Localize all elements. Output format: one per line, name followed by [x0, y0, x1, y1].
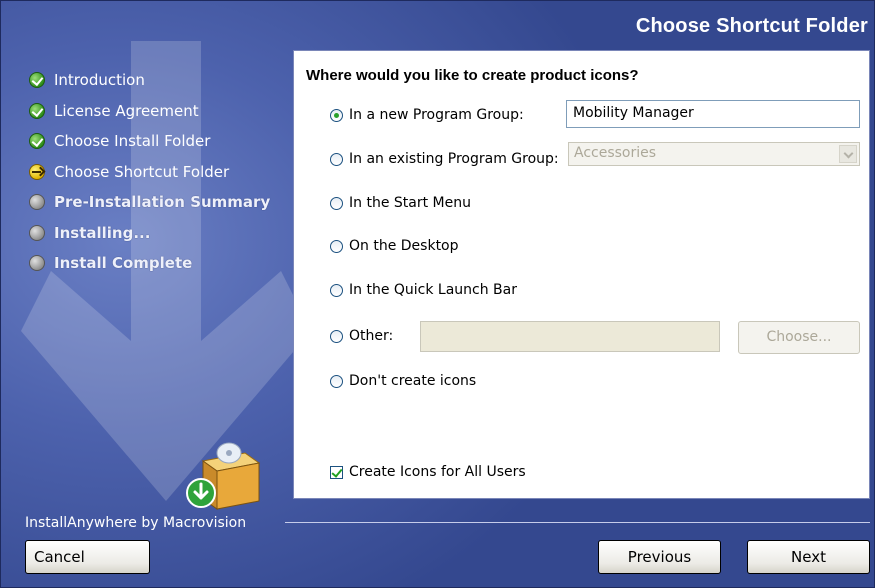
radio-other[interactable]: [330, 329, 343, 343]
arrow-circle-icon: [29, 163, 45, 180]
option-desktop[interactable]: On the Desktop: [330, 238, 459, 254]
next-button[interactable]: Next: [747, 540, 870, 574]
all-users-checkbox[interactable]: [330, 465, 343, 479]
radio-new-program-group[interactable]: [330, 108, 343, 122]
brand-label: InstallAnywhere by Macrovision: [25, 515, 247, 531]
step-introduction: Introduction: [29, 65, 270, 96]
option-label: On the Desktop: [349, 238, 459, 254]
choose-folder-button[interactable]: Choose...: [738, 321, 860, 354]
step-label: Choose Install Folder: [54, 132, 211, 151]
step-choose-shortcut-folder: Choose Shortcut Folder: [29, 157, 270, 188]
installer-box-icon: [186, 442, 261, 510]
other-folder-input[interactable]: [420, 321, 720, 352]
step-choose-install-folder: Choose Install Folder: [29, 126, 270, 157]
chevron-down-icon[interactable]: [839, 145, 857, 163]
step-label: Install Complete: [54, 254, 193, 273]
footer-divider: [285, 522, 870, 523]
pending-circle-icon: [29, 224, 45, 241]
step-install-complete: Install Complete: [29, 248, 270, 279]
step-label: Introduction: [54, 71, 145, 90]
all-users-checkbox-row[interactable]: Create Icons for All Users: [330, 464, 526, 480]
next-button-label: Next: [791, 548, 826, 566]
option-start-menu[interactable]: In the Start Menu: [330, 195, 471, 211]
option-label: Don't create icons: [349, 373, 477, 389]
option-no-icons[interactable]: Don't create icons: [330, 373, 476, 389]
pending-circle-icon: [29, 194, 45, 211]
previous-button-label: Previous: [627, 548, 692, 566]
option-quick-launch[interactable]: In the Quick Launch Bar: [330, 282, 517, 298]
option-label: In an existing Program Group:: [349, 151, 559, 167]
cancel-button-label: Cancel: [34, 548, 85, 566]
option-new-program-group[interactable]: In a new Program Group:: [330, 107, 524, 123]
step-installing: Installing...: [29, 218, 270, 249]
step-label: Pre-Installation Summary: [54, 193, 271, 212]
radio-existing-program-group[interactable]: [330, 152, 343, 166]
step-label: Installing...: [54, 223, 151, 242]
option-label: In the Start Menu: [349, 195, 471, 211]
option-other[interactable]: Other:: [330, 328, 393, 344]
previous-button[interactable]: Previous: [598, 540, 721, 574]
step-label: License Agreement: [54, 101, 199, 120]
step-pre-installation-summary: Pre-Installation Summary: [29, 187, 270, 218]
option-label: In the Quick Launch Bar: [349, 282, 517, 298]
cancel-button[interactable]: Cancel: [25, 540, 150, 574]
shortcut-options-panel: Where would you like to create product i…: [293, 50, 870, 499]
option-label: Other:: [349, 328, 394, 344]
radio-start-menu[interactable]: [330, 196, 343, 210]
check-circle-icon: [29, 102, 45, 119]
question-heading: Where would you like to create product i…: [306, 67, 639, 84]
page-title: Choose Shortcut Folder: [635, 15, 868, 37]
step-license-agreement: License Agreement: [29, 96, 270, 127]
existing-program-group-select[interactable]: Accessories: [568, 142, 860, 166]
radio-desktop[interactable]: [330, 239, 343, 253]
pending-circle-icon: [29, 255, 45, 272]
radio-quick-launch[interactable]: [330, 283, 343, 297]
select-value: Accessories: [574, 145, 657, 161]
radio-no-icons[interactable]: [330, 374, 343, 388]
program-group-name-input[interactable]: Mobility Manager: [566, 100, 860, 128]
checkbox-label: Create Icons for All Users: [349, 464, 526, 480]
installer-window: Choose Shortcut Folder Introduction Lice…: [0, 0, 875, 588]
option-existing-program-group[interactable]: In an existing Program Group:: [330, 151, 559, 167]
option-label: In a new Program Group:: [349, 107, 524, 123]
step-label: Choose Shortcut Folder: [54, 162, 230, 181]
check-circle-icon: [29, 133, 45, 150]
step-list: Introduction License Agreement Choose In…: [29, 65, 270, 279]
check-circle-icon: [29, 72, 45, 89]
